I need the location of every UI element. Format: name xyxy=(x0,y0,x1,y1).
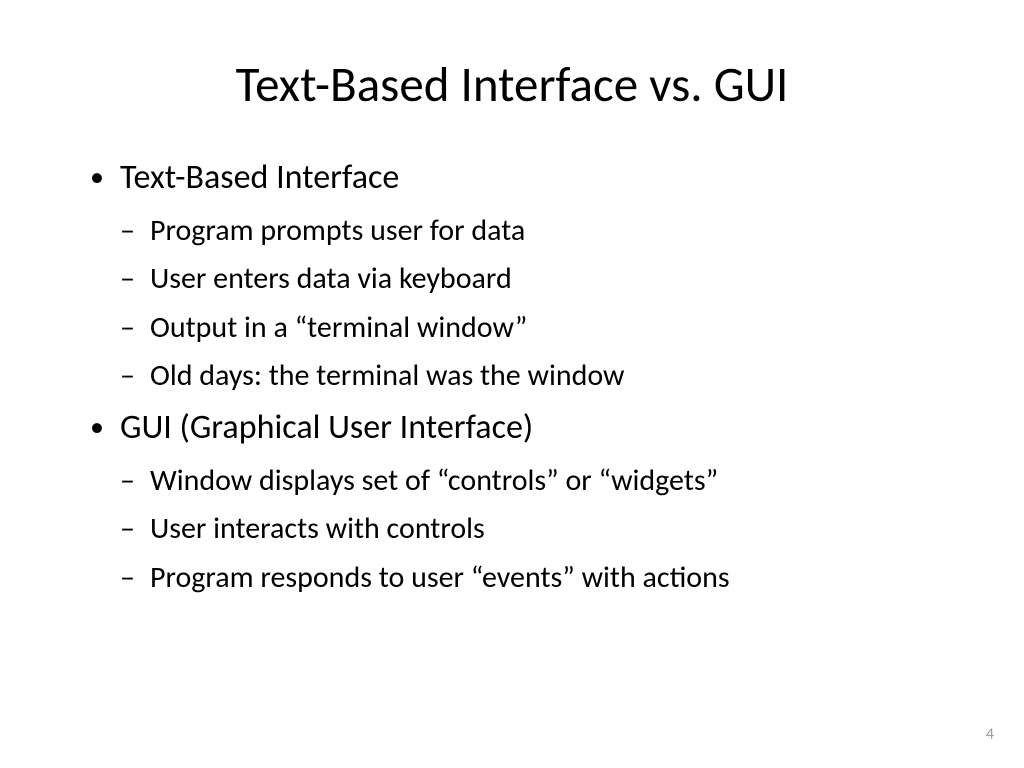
page-number: 4 xyxy=(986,725,994,744)
slide-title: Text-Based Interface vs. GUI xyxy=(60,55,964,115)
sub-bullet-item: User interacts with controls xyxy=(120,509,964,550)
sub-bullet-item: Output in a “terminal window” xyxy=(120,308,964,349)
sub-bullet-item: Old days: the terminal was the window xyxy=(120,356,964,397)
sub-bullet-item: User enters data via keyboard xyxy=(120,259,964,300)
sub-bullet-item: Program prompts user for data xyxy=(120,211,964,252)
bullet-item: Text-Based Interface xyxy=(90,155,964,201)
slide-content: Text-Based Interface Program prompts use… xyxy=(60,155,964,598)
bullet-item: GUI (Graphical User Interface) xyxy=(90,405,964,451)
sub-bullet-item: Program responds to user “events” with a… xyxy=(120,558,964,599)
sub-bullet-item: Window displays set of “controls” or “wi… xyxy=(120,461,964,502)
